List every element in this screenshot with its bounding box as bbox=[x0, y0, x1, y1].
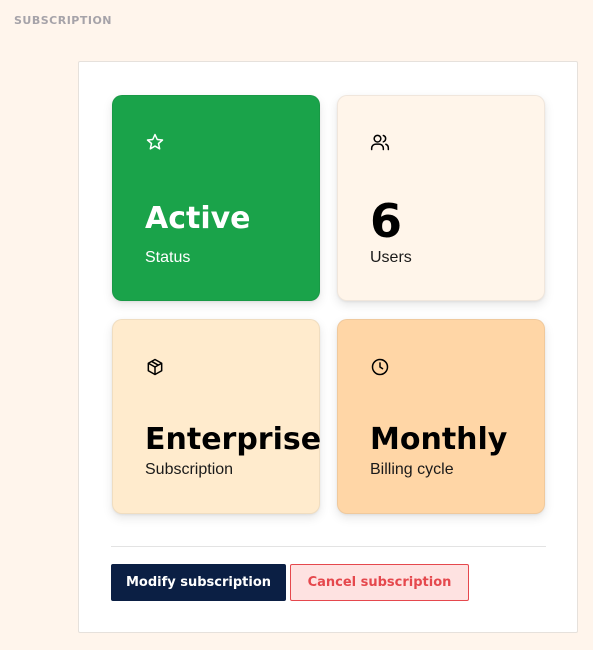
status-card: Active Status bbox=[112, 95, 320, 301]
status-value: Active bbox=[145, 201, 251, 236]
billing-card: Monthly Billing cycle bbox=[337, 319, 545, 514]
billing-label: Billing cycle bbox=[370, 461, 454, 478]
status-label: Status bbox=[145, 249, 191, 266]
cancel-subscription-button[interactable]: Cancel subscription bbox=[290, 564, 469, 601]
plan-value: Enterprise bbox=[145, 422, 322, 457]
users-value: 6 bbox=[370, 194, 403, 248]
section-title: SUBSCRIPTION bbox=[14, 14, 113, 27]
plan-card: Enterprise Subscription bbox=[112, 319, 322, 514]
star-icon bbox=[145, 132, 165, 152]
subscription-panel: Active Status 6 Users Enterprise Subscri… bbox=[78, 61, 578, 633]
users-icon bbox=[370, 132, 390, 152]
billing-value: Monthly bbox=[370, 422, 508, 457]
users-card: 6 Users bbox=[337, 95, 545, 301]
users-label: Users bbox=[370, 249, 412, 266]
modify-subscription-button[interactable]: Modify subscription bbox=[111, 564, 286, 601]
clock-icon bbox=[370, 357, 390, 377]
box-icon bbox=[145, 357, 165, 377]
divider bbox=[111, 546, 546, 547]
plan-label: Subscription bbox=[145, 461, 234, 478]
